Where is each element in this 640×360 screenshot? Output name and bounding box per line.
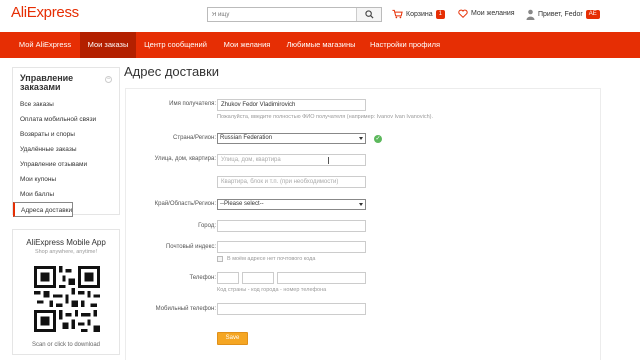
sidebar-item-my-points[interactable]: Мои баллы [13, 187, 119, 202]
mobile-phone-input[interactable] [217, 303, 366, 315]
phone-number-input[interactable] [277, 272, 366, 284]
nav-profile-settings[interactable]: Настройки профиля [363, 32, 447, 58]
cart-count-badge: 1 [435, 9, 446, 19]
sidebar-title: Управление заказами [20, 73, 74, 92]
wishlist-label: Мои желания [471, 10, 515, 17]
cart-link[interactable]: Корзина 1 [392, 9, 446, 19]
country-label: Страна/Регион: [172, 135, 216, 141]
text-cursor-icon [328, 157, 329, 164]
sidebar-item-shipping-address[interactable]: Адреса доставки [13, 202, 74, 217]
street-label: Улица, дом, квартира: [154, 156, 216, 162]
heart-icon [458, 9, 468, 18]
phone-area-code-input[interactable] [242, 272, 274, 284]
qr-code-icon[interactable] [34, 266, 100, 332]
app-promo-cta[interactable]: Scan or click to download [13, 342, 119, 348]
sidebar-list: Все заказы Оплата мобильной связи Возвра… [13, 97, 119, 217]
nav-my-aliexpress[interactable]: Мой AliExpress [12, 32, 78, 58]
no-zip-label: В моём адресе нет почтового кода [227, 256, 316, 262]
cart-icon [392, 9, 403, 19]
mobile-app-promo[interactable]: AliExpress Mobile App Shop anywhere, any… [12, 229, 120, 355]
sidebar-item-deleted-orders[interactable]: Удалённые заказы [13, 142, 119, 157]
country-select[interactable]: Russian Federation [217, 133, 366, 144]
recipient-label: Имя получателя: [169, 101, 216, 107]
search-input[interactable] [208, 8, 356, 21]
search-button[interactable] [356, 8, 381, 21]
sidebar-item-refunds-disputes[interactable]: Возвраты и споры [13, 127, 119, 142]
top-header: AliExpress Корзина 1 Мои желания Привет,… [0, 0, 640, 32]
region-value: --Please select-- [220, 201, 264, 207]
zip-input[interactable] [217, 241, 366, 253]
mobile-label: Мобильный телефон: [155, 306, 216, 312]
street-input[interactable]: Улица, дом, квартира [217, 154, 366, 166]
search-bar [207, 7, 382, 22]
city-label: Город: [198, 223, 216, 229]
zip-label: Почтовый индекс: [165, 244, 216, 250]
collapse-icon[interactable]: − [105, 76, 112, 83]
wishlist-link[interactable]: Мои желания [458, 9, 515, 18]
nav-my-orders[interactable]: Мои заказы [80, 32, 136, 58]
recipient-input[interactable]: Zhukov Fedor Vladimirovich [217, 99, 366, 111]
phone-label: Телефон: [189, 275, 216, 281]
cart-label: Корзина [406, 10, 433, 18]
save-button[interactable]: Save [217, 332, 248, 345]
check-circle-icon: ✓ [374, 135, 382, 143]
address-form: Имя получателя: Zhukov Fedor Vladimirovi… [125, 88, 601, 360]
sidebar-item-manage-feedback[interactable]: Управление отзывами [13, 157, 119, 172]
chevron-down-icon [359, 137, 363, 140]
app-promo-subtitle: Shop anywhere, anytime! [34, 249, 98, 255]
phone-hint: Код страны - код города - номер телефона [217, 287, 327, 293]
nav-favorite-stores[interactable]: Любимые магазины [281, 32, 361, 58]
country-value: Russian Federation [220, 135, 273, 141]
sidebar-item-mobile-payment[interactable]: Оплата мобильной связи [13, 112, 119, 127]
nav-message-center[interactable]: Центр сообщений [138, 32, 213, 58]
user-icon [526, 9, 535, 20]
app-promo-title: AliExpress Mobile App [26, 238, 106, 247]
search-icon [364, 10, 374, 19]
region-label: Край/Область/Регион: [154, 201, 216, 207]
chevron-down-icon [359, 203, 363, 206]
sidebar-item-my-coupons[interactable]: Мои купоны [13, 172, 119, 187]
apartment-input[interactable]: Квартира, блок и т.п. (при необходимости… [217, 176, 366, 188]
account-badge: AE [585, 10, 600, 19]
account-menu[interactable]: Привет, Fedor AE [526, 9, 600, 20]
no-zip-checkbox[interactable] [217, 256, 223, 262]
recipient-hint: Пожалуйста, введите полностью ФИО получа… [217, 114, 434, 120]
aliexpress-logo[interactable]: AliExpress [11, 4, 79, 21]
sidebar-item-all-orders[interactable]: Все заказы [13, 97, 119, 112]
orders-sidebar: Управление заказами − Все заказы Оплата … [12, 67, 120, 217]
page-title: Адрес доставки [124, 64, 220, 79]
city-input[interactable] [217, 220, 366, 232]
main-nav: Мой AliExpress Мои заказы Центр сообщени… [0, 32, 640, 58]
phone-country-code-input[interactable] [217, 272, 239, 284]
greeting-label: Привет, Fedor [538, 11, 583, 18]
region-select[interactable]: --Please select-- [217, 199, 366, 210]
nav-wishlist[interactable]: Мои желания [215, 32, 279, 58]
